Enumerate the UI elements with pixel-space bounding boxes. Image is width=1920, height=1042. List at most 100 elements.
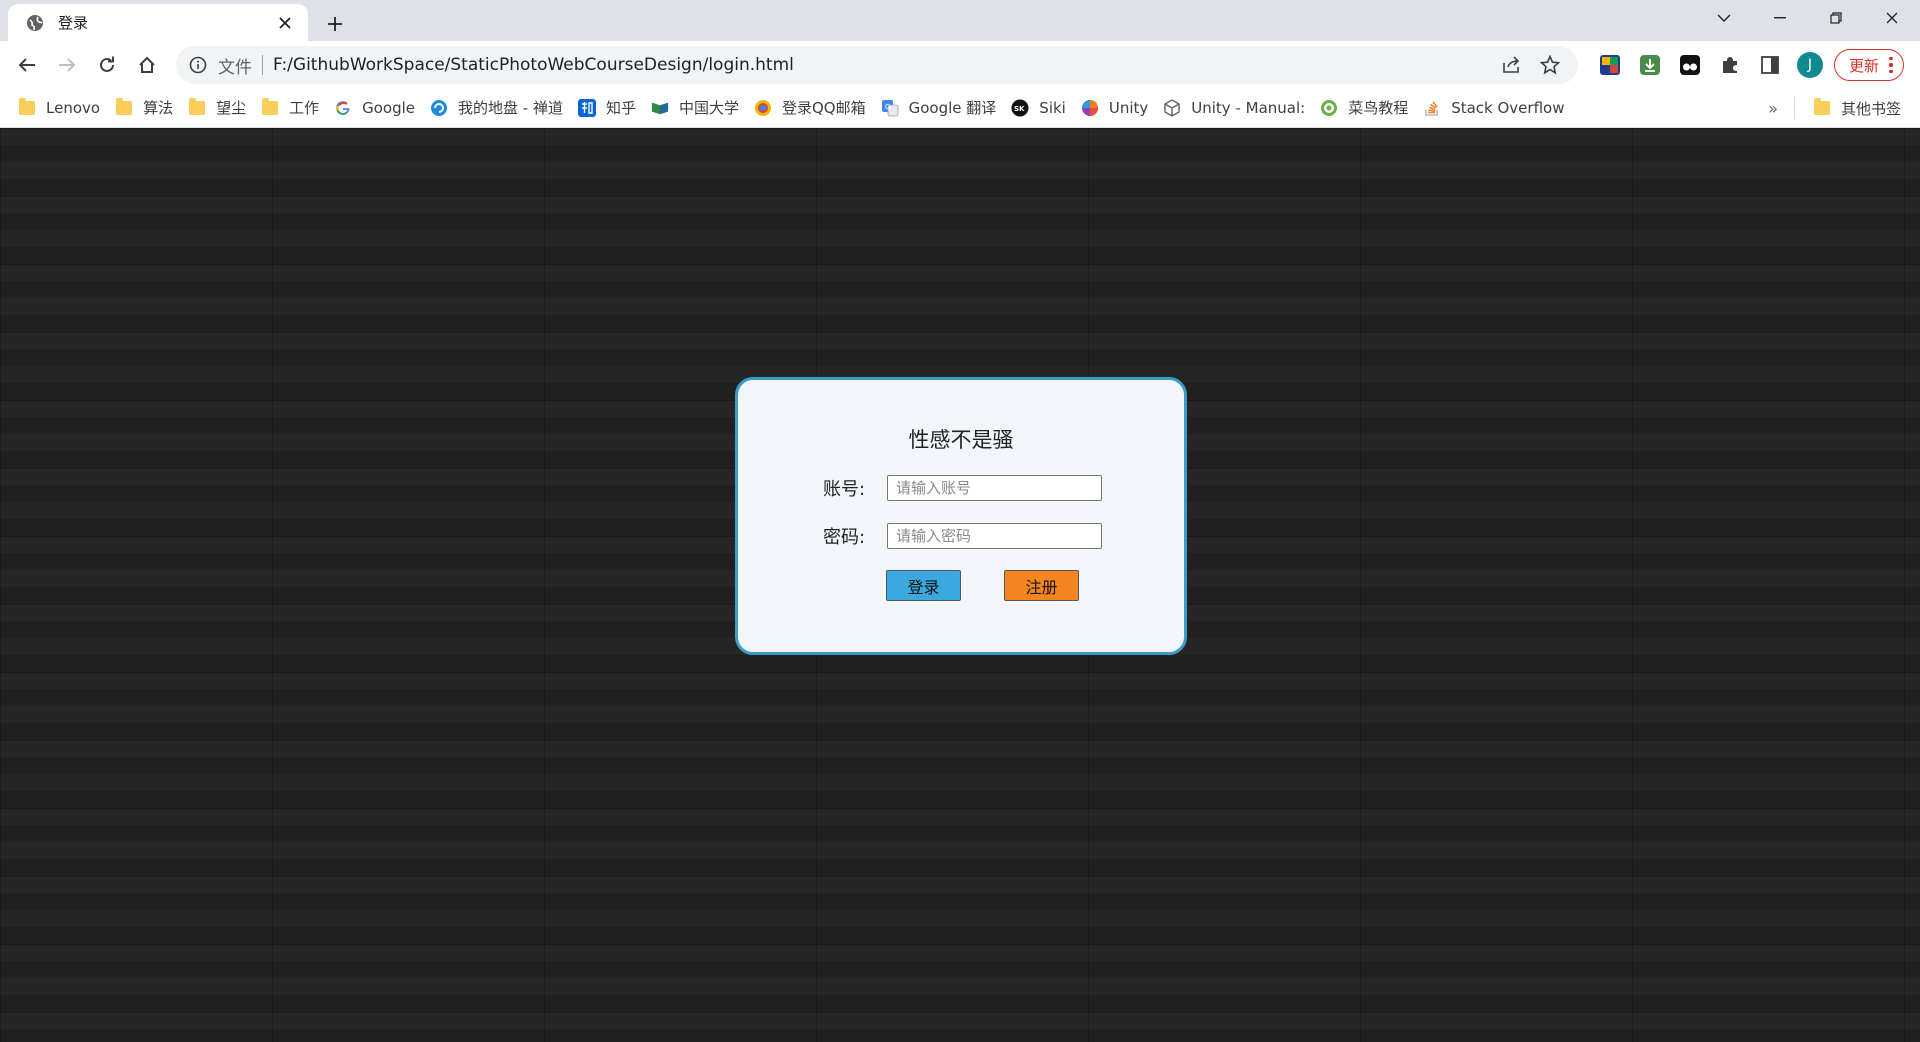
password-label: 密码: bbox=[823, 527, 866, 548]
bookmark-google-translate[interactable]: G Google 翻译 bbox=[879, 93, 1004, 123]
extensions-button[interactable] bbox=[1710, 48, 1750, 82]
zentao-icon bbox=[430, 99, 448, 117]
arrow-right-icon bbox=[59, 58, 76, 72]
bookmark-work[interactable]: 工作 bbox=[259, 93, 326, 123]
bookmark-other[interactable]: 其他书签 bbox=[1811, 93, 1908, 123]
folder-icon bbox=[18, 97, 36, 117]
login-title: 性感不是骚 bbox=[908, 428, 1014, 452]
close-icon bbox=[1886, 12, 1898, 24]
folder-icon bbox=[115, 97, 133, 117]
bookmark-zhihu[interactable]: 知乎 bbox=[576, 93, 643, 123]
bookmark-label: Stack Overflow bbox=[1451, 98, 1565, 117]
account-label: 账号: bbox=[823, 479, 866, 500]
mooc-icon bbox=[651, 99, 669, 117]
browser-tab[interactable]: 登录 bbox=[8, 4, 308, 41]
tab-strip: 登录 bbox=[0, 0, 1920, 41]
bookmark-algorithms[interactable]: 算法 bbox=[113, 93, 180, 123]
extension-button-3[interactable] bbox=[1670, 48, 1710, 82]
update-button[interactable]: 更新 bbox=[1834, 49, 1904, 81]
bookmark-label: 知乎 bbox=[605, 99, 636, 117]
register-button[interactable]: 注册 bbox=[1004, 570, 1079, 601]
page-background: 性感不是骚 账号: 密码: 登录 注册 bbox=[0, 128, 1920, 1042]
qqmail-icon bbox=[754, 99, 772, 117]
reload-button[interactable] bbox=[90, 48, 124, 82]
translate-icon: G bbox=[881, 99, 899, 117]
minimize-button[interactable] bbox=[1752, 0, 1808, 36]
password-input[interactable] bbox=[887, 523, 1102, 549]
tab-search-button[interactable] bbox=[1696, 0, 1752, 36]
side-panel-icon bbox=[1761, 56, 1779, 74]
bookmark-google[interactable]: Google bbox=[332, 93, 422, 123]
tab-title: 登录 bbox=[58, 14, 89, 32]
close-window-button[interactable] bbox=[1864, 0, 1920, 36]
address-bar[interactable]: 文件 F:/GithubWorkSpace/StaticPhotoWebCour… bbox=[176, 46, 1578, 84]
new-tab-button[interactable] bbox=[320, 9, 350, 39]
bookmark-unity-manual[interactable]: Unity - Manual: bbox=[1161, 93, 1312, 123]
zhihu-icon bbox=[577, 98, 596, 117]
minimize-icon bbox=[1774, 17, 1786, 19]
side-panel-button[interactable] bbox=[1750, 48, 1790, 82]
back-button[interactable] bbox=[10, 48, 44, 82]
share-button[interactable] bbox=[1496, 49, 1528, 81]
bookmarks-right: » 其他书签 bbox=[1768, 88, 1908, 128]
kebab-menu-icon bbox=[1889, 56, 1893, 74]
puzzle-icon bbox=[1723, 57, 1737, 73]
stackoverflow-icon bbox=[1423, 99, 1441, 117]
folder-icon bbox=[1813, 98, 1831, 117]
bookmark-label: Lenovo bbox=[46, 98, 101, 117]
bookmark-mooc[interactable]: 中国大学 bbox=[649, 93, 746, 123]
chevron-down-icon bbox=[1717, 14, 1731, 22]
bookmark-label: Unity bbox=[1108, 98, 1149, 117]
bookmark-unity[interactable]: Unity bbox=[1079, 93, 1155, 123]
bookmarks-overflow-button[interactable]: » bbox=[1768, 99, 1778, 118]
svg-text:SK: SK bbox=[1014, 105, 1025, 113]
bookmarks-divider bbox=[1793, 97, 1795, 119]
plus-icon bbox=[328, 17, 342, 31]
bookmark-label: 工作 bbox=[289, 99, 320, 117]
bookmark-label: Google bbox=[362, 98, 416, 117]
download-extension-icon bbox=[1640, 55, 1660, 75]
profile-avatar[interactable]: J bbox=[1797, 52, 1823, 78]
unity-icon bbox=[1081, 99, 1099, 117]
bookmark-stackoverflow[interactable]: Stack Overflow bbox=[1421, 93, 1571, 123]
bookmark-label: 中国大学 bbox=[678, 99, 739, 117]
bookmark-label: Google 翻译 bbox=[908, 99, 997, 117]
home-button[interactable] bbox=[130, 48, 164, 82]
extension-button-2[interactable] bbox=[1630, 48, 1670, 82]
bookmark-label: Unity - Manual: bbox=[1191, 98, 1306, 117]
unity-manual-icon bbox=[1163, 98, 1181, 117]
password-row: 密码: bbox=[823, 523, 1102, 549]
runoob-icon bbox=[1320, 99, 1338, 117]
bookmark-qqmail[interactable]: 登录QQ邮箱 bbox=[752, 93, 873, 123]
omnibox-divider bbox=[262, 55, 263, 75]
bookmark-label: 望尘 bbox=[216, 99, 247, 117]
bookmark-label: 菜鸟教程 bbox=[1348, 99, 1409, 117]
extensions-area: J 更新 bbox=[1590, 48, 1904, 82]
folder-icon bbox=[188, 97, 206, 117]
window-controls bbox=[1696, 0, 1920, 36]
bookmark-label: 算法 bbox=[143, 99, 174, 117]
info-icon[interactable] bbox=[186, 53, 210, 77]
arrow-left-icon bbox=[18, 58, 35, 72]
tampermonkey-icon bbox=[1680, 55, 1700, 75]
bookmark-zentao[interactable]: 我的地盘 - 禅道 bbox=[428, 93, 570, 123]
login-button[interactable]: 登录 bbox=[886, 570, 961, 601]
bookmark-lenovo[interactable]: Lenovo bbox=[16, 93, 107, 123]
bookmark-runoob[interactable]: 菜鸟教程 bbox=[1318, 93, 1415, 123]
bookmark-label: 登录QQ邮箱 bbox=[782, 99, 866, 117]
restore-button[interactable] bbox=[1808, 0, 1864, 36]
bookmark-star-button[interactable] bbox=[1534, 49, 1566, 81]
scheme-label: 文件 bbox=[218, 57, 252, 78]
bookmark-label: 我的地盘 - 禅道 bbox=[458, 99, 563, 117]
url-text[interactable]: F:/GithubWorkSpace/StaticPhotoWebCourseD… bbox=[273, 55, 1490, 75]
extension-button-1[interactable] bbox=[1590, 48, 1630, 82]
account-input[interactable] bbox=[887, 475, 1102, 501]
restore-icon bbox=[1830, 12, 1842, 24]
update-label: 更新 bbox=[1849, 56, 1880, 75]
close-tab-icon[interactable] bbox=[274, 12, 296, 34]
login-card: 性感不是骚 账号: 密码: 登录 注册 bbox=[735, 377, 1187, 655]
bookmark-siki[interactable]: SK Siki bbox=[1009, 93, 1073, 123]
siki-icon: SK bbox=[1011, 99, 1029, 117]
forward-button[interactable] bbox=[50, 48, 84, 82]
bookmark-wangchen[interactable]: 望尘 bbox=[186, 93, 253, 123]
